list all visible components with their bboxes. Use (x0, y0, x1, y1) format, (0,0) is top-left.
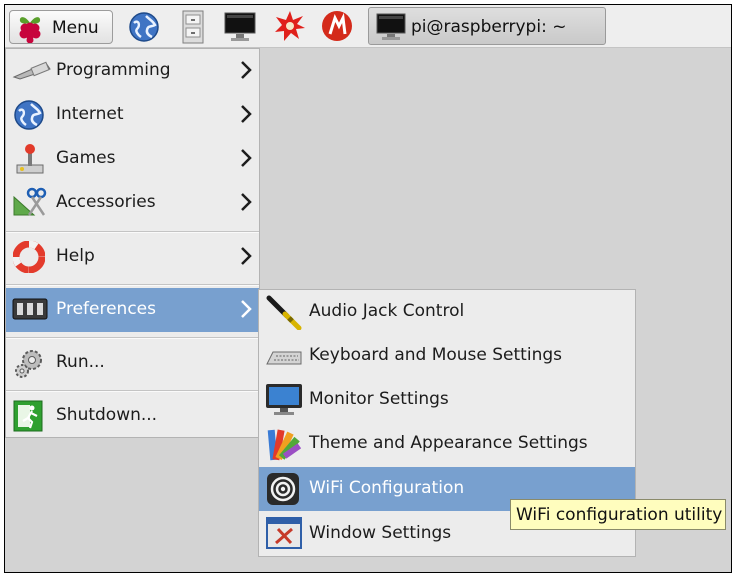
chevron-right-icon (241, 61, 252, 79)
submenu-item-keyboard-mouse-settings[interactable]: Keyboard and Mouse Settings (259, 334, 635, 378)
terminal-icon (376, 13, 406, 40)
menu-item-programming[interactable]: Programming (6, 49, 259, 93)
submenu-item-label: Keyboard and Mouse Settings (309, 345, 562, 365)
audio-jack-icon (266, 295, 302, 330)
menu-item-shutdown[interactable]: Shutdown... (6, 394, 259, 438)
chevron-right-icon (241, 193, 252, 211)
chevron-right-icon (241, 105, 252, 123)
menu-button-label: Menu (52, 18, 99, 38)
submenu-item-label: Audio Jack Control (309, 301, 465, 321)
menu-item-label: Programming (56, 60, 171, 80)
chevron-right-icon (241, 300, 252, 318)
monitor-icon (266, 384, 302, 415)
globe-icon (14, 100, 44, 130)
joystick-icon (16, 144, 44, 174)
keyboard-icon (266, 351, 302, 365)
wifi-icon (267, 473, 299, 505)
window-settings-icon (266, 517, 302, 549)
menu-item-label: Internet (56, 104, 124, 124)
menu-item-accessories[interactable]: Accessories (6, 181, 259, 225)
menu-item-label: Shutdown... (56, 405, 158, 425)
terminal-icon[interactable] (224, 12, 256, 42)
desktop: Menu pi@raspberrypi: ~ Programming Inter… (4, 4, 732, 573)
chevron-right-icon (241, 149, 252, 167)
menu-item-label: Preferences (56, 299, 156, 319)
menu-item-run[interactable]: Run... (6, 341, 259, 385)
menu-separator (6, 337, 259, 339)
menu-item-games[interactable]: Games (6, 137, 259, 181)
submenu-item-label: WiFi Configuration (309, 478, 465, 498)
submenu-item-label: Monitor Settings (309, 389, 449, 409)
menu-separator (6, 231, 259, 233)
accessories-icon (13, 187, 47, 216)
chevron-right-icon (241, 247, 252, 265)
gears-icon (15, 350, 42, 378)
submenu-item-monitor-settings[interactable]: Monitor Settings (259, 378, 635, 422)
tooltip-text: WiFi configuration utility (516, 505, 723, 525)
submenu-item-label: Theme and Appearance Settings (309, 433, 588, 453)
preferences-icon (12, 298, 48, 320)
menu-button[interactable]: Menu (9, 10, 113, 44)
terminal-task-title: pi@raspberrypi: ~ (411, 17, 567, 37)
tooltip: WiFi configuration utility (510, 499, 726, 530)
menu-item-label: Help (56, 246, 95, 266)
submenu-item-label: Window Settings (309, 523, 452, 543)
menu-item-preferences[interactable]: Preferences (6, 288, 259, 332)
wolfram-icon[interactable] (274, 10, 306, 42)
web-browser-icon[interactable] (128, 11, 160, 43)
file-manager-icon[interactable] (181, 10, 205, 44)
menu-item-label: Games (56, 148, 116, 168)
menu-item-help[interactable]: Help (6, 235, 259, 279)
theme-palette-icon (267, 429, 301, 461)
menu-item-internet[interactable]: Internet (6, 93, 259, 137)
menu-item-label: Accessories (56, 192, 156, 212)
menu-separator (6, 284, 259, 286)
taskbar: Menu pi@raspberrypi: ~ (5, 5, 731, 48)
menu-separator (6, 390, 259, 392)
raspberry-logo-icon (19, 17, 41, 43)
main-menu: Programming Internet Games Accessories H… (5, 48, 260, 438)
terminal-task-button[interactable]: pi@raspberrypi: ~ (368, 7, 606, 45)
exit-icon (13, 400, 43, 432)
lifebuoy-icon (13, 241, 45, 273)
programming-icon (12, 61, 51, 80)
submenu-item-theme-appearance-settings[interactable]: Theme and Appearance Settings (259, 422, 635, 466)
submenu-item-audio-jack-control[interactable]: Audio Jack Control (259, 290, 635, 334)
menu-item-label: Run... (56, 352, 105, 372)
mathematica-icon[interactable] (321, 10, 353, 42)
